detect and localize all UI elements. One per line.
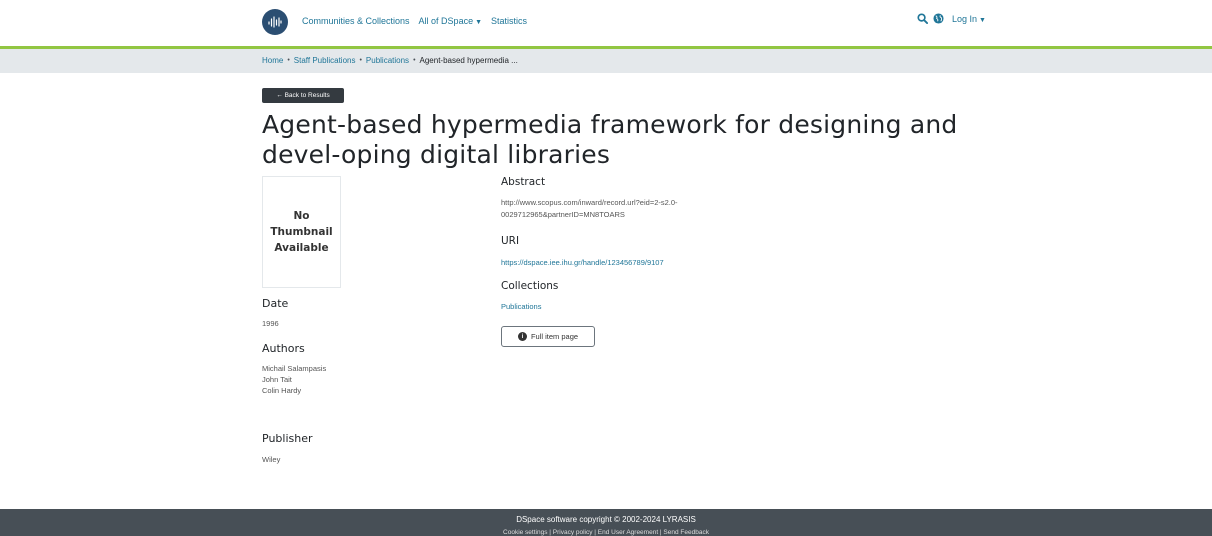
uri-link[interactable]: https://dspace.iee.ihu.gr/handle/1234567… [501,258,664,267]
collections-label: Collections [501,280,559,292]
breadcrumb-separator: • [359,57,362,64]
footer-links[interactable]: Cookie settings | Privacy policy | End U… [0,529,1212,536]
breadcrumb-staff-publications[interactable]: Staff Publications [294,56,356,65]
header-right: Log In ▼ [917,13,986,24]
breadcrumb-publications[interactable]: Publications [366,56,409,65]
abstract-line: 0029712965&partnerID=MN8TOARS [501,210,625,219]
caret-down-icon: ▼ [475,19,483,26]
date-value: 1996 [262,319,279,328]
uri-label: URI [501,235,520,247]
nav-all-of-dspace[interactable]: All of DSpace ▼ [419,16,482,26]
site-header: Communities & Collections All of DSpace ▼… [0,0,1212,46]
breadcrumb-home[interactable]: Home [262,56,283,65]
breadcrumb-separator: • [413,57,416,64]
nav-statistics[interactable]: Statistics [491,16,527,26]
footer-copyright: DSpace software copyright © 2002-2024 LY… [516,515,696,524]
breadcrumb-bar: Home • Staff Publications • Publications… [0,49,1212,73]
full-item-page-label: Full item page [530,332,579,341]
thumbnail-text-line: Available [274,242,329,254]
login-label: Log In [952,13,978,24]
main-nav: Communities & Collections All of DSpace ▼… [302,16,527,26]
author-item: Michail Salampasis [262,364,327,373]
publisher-label: Publisher [262,432,313,445]
nav-communities-collections[interactable]: Communities & Collections [302,16,410,26]
site-footer: DSpace software copyright © 2002-2024 LY… [0,509,1212,536]
collection-link[interactable]: Publications [501,302,541,311]
breadcrumb-separator: • [287,57,290,64]
author-item: Colin Hardy [262,386,302,395]
info-icon: i [517,332,527,341]
abstract-line: http://www.scopus.com/inward/record.url?… [501,198,678,207]
thumbnail-placeholder: No Thumbnail Available [262,176,341,288]
page-title: Agent-based hypermedia framework for des… [262,110,958,169]
dspace-logo[interactable] [262,9,288,35]
abstract-label: Abstract [501,176,546,188]
dspace-logo-icon [268,16,282,28]
thumbnail-text-line: No [293,210,310,222]
caret-down-icon: ▼ [979,16,986,24]
thumbnail-text-line: Thumbnail [270,226,333,238]
search-icon[interactable] [917,13,928,24]
nav-all-of-dspace-label: All of DSpace [418,16,474,26]
breadcrumb: Home • Staff Publications • Publications… [262,56,518,65]
breadcrumb-current: Agent-based hypermedia ... [419,56,518,65]
publisher-value: Wiley [262,455,281,464]
back-to-results-button[interactable]: ← Back to Results [262,88,344,103]
full-item-page-button[interactable]: i Full item page [501,326,595,347]
login-dropdown[interactable]: Log In ▼ [952,14,986,24]
date-label: Date [262,297,289,310]
authors-label: Authors [262,342,305,355]
globe-icon[interactable] [933,13,944,24]
author-item: John Tait [262,375,292,384]
